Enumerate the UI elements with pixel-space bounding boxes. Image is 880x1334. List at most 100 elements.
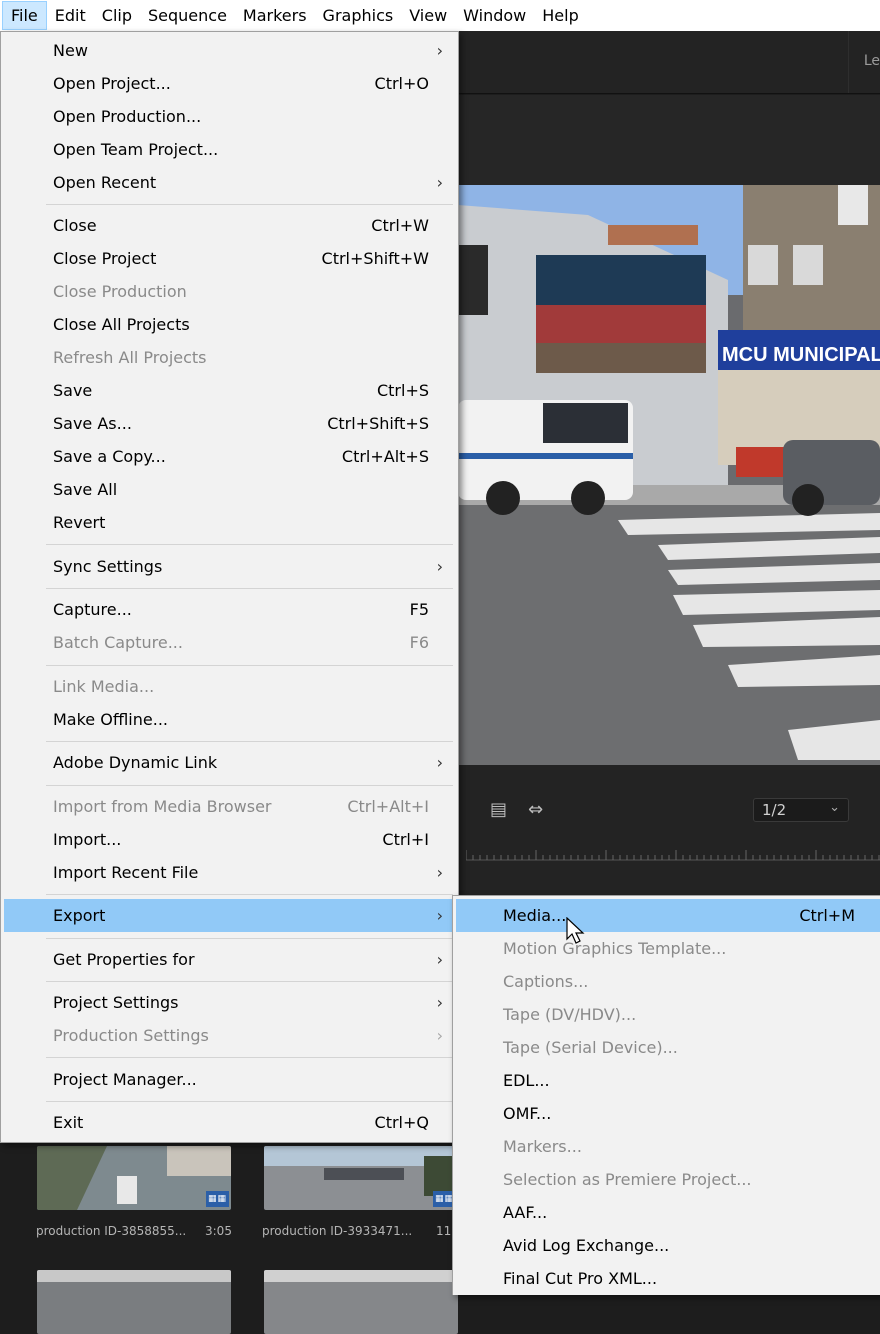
file-menu-item-save[interactable]: Save Ctrl+S <box>4 374 455 407</box>
bin-item-name: production ID-3933471... <box>262 1224 413 1238</box>
submenu-arrow-icon: › <box>436 753 443 772</box>
file-menu: New › Open Project... Ctrl+O Open Production… <box>0 31 459 1143</box>
file-menu-item-save-as[interactable]: Save As... Ctrl+Shift+S <box>4 407 455 440</box>
menu-item-label: New <box>53 41 88 60</box>
menu-separator <box>46 894 453 895</box>
zoom-value: 1/2 <box>762 801 787 819</box>
menu-separator <box>46 981 453 982</box>
export-menu-item-avid-log-exchange[interactable]: Avid Log Exchange... <box>456 1229 880 1262</box>
file-menu-item-open-recent[interactable]: Open Recent › <box>4 166 455 199</box>
file-menu-item-get-properties-for[interactable]: Get Properties for › <box>4 943 455 976</box>
file-menu-item-make-offline[interactable]: Make Offline... <box>4 703 455 736</box>
menu-sequence[interactable]: Sequence <box>140 1 235 30</box>
file-menu-item-revert[interactable]: Revert <box>4 506 455 539</box>
street-scene-image: MCU MUNICIPAL CRE <box>458 185 880 765</box>
file-menu-item-save-a-copy[interactable]: Save a Copy... Ctrl+Alt+S <box>4 440 455 473</box>
export-menu-item-markers: Markers... <box>456 1130 880 1163</box>
menu-item-label: AAF... <box>503 1203 548 1222</box>
file-menu-item-import-from-media-browser: Import from Media Browser Ctrl+Alt+I <box>4 790 455 823</box>
panel-tab-label[interactable]: Le <box>864 53 880 69</box>
file-menu-item-refresh-all-projects: Refresh All Projects <box>4 341 455 374</box>
film-strip-icon[interactable]: ▤ <box>490 799 507 820</box>
export-menu-item-omf[interactable]: OMF... <box>456 1097 880 1130</box>
menu-graphics[interactable]: Graphics <box>315 1 402 30</box>
file-menu-item-export[interactable]: Export › <box>4 899 455 932</box>
file-menu-item-save-all[interactable]: Save All <box>4 473 455 506</box>
menu-edit[interactable]: Edit <box>47 1 94 30</box>
file-menu-item-open-project[interactable]: Open Project... Ctrl+O <box>4 67 455 100</box>
menu-item-label: Get Properties for <box>53 950 195 969</box>
file-menu-item-sync-settings[interactable]: Sync Settings › <box>4 550 455 583</box>
export-menu-item-aaf[interactable]: AAF... <box>456 1196 880 1229</box>
file-menu-item-project-settings[interactable]: Project Settings › <box>4 986 455 1019</box>
menu-item-shortcut: F5 <box>409 600 429 619</box>
menu-item-shortcut: Ctrl+M <box>799 906 855 925</box>
menu-item-label: EDL... <box>503 1071 550 1090</box>
export-menu-item-edl[interactable]: EDL... <box>456 1064 880 1097</box>
menu-file[interactable]: File <box>2 1 47 30</box>
submenu-arrow-icon: › <box>436 993 443 1012</box>
menu-item-label: Capture... <box>53 600 132 619</box>
menu-item-label: Refresh All Projects <box>53 348 207 367</box>
submenu-arrow-icon: › <box>436 906 443 925</box>
menu-item-label: Link Media... <box>53 677 155 696</box>
menu-item-label: Import... <box>53 830 122 849</box>
bin-thumbnail[interactable]: ▦▦ <box>264 1146 458 1210</box>
trim-icon[interactable]: ⇔ <box>528 799 543 820</box>
menu-separator <box>46 588 453 589</box>
program-monitor-frame: MCU MUNICIPAL CRE <box>458 185 880 765</box>
file-menu-item-import[interactable]: Import... Ctrl+I <box>4 823 455 856</box>
file-menu-item-close-production: Close Production <box>4 275 455 308</box>
bin-item-duration: 3:05 <box>205 1224 232 1238</box>
menu-item-label: Save <box>53 381 93 400</box>
menu-item-label: Avid Log Exchange... <box>503 1236 670 1255</box>
bin-thumbnail[interactable]: ▦▦ <box>37 1146 231 1210</box>
project-bin: ▦▦ production ID-3858855... 3:05 ▦▦ prod… <box>0 1140 458 1334</box>
menu-item-label: Close <box>53 216 97 235</box>
file-menu-item-close-all-projects[interactable]: Close All Projects <box>4 308 455 341</box>
menu-item-label: Project Manager... <box>53 1070 197 1089</box>
file-menu-item-production-settings: Production Settings › <box>4 1019 455 1052</box>
menu-item-label: Open Project... <box>53 74 171 93</box>
menu-separator <box>46 1101 453 1102</box>
menu-item-label: Batch Capture... <box>53 633 183 652</box>
menu-item-label: Markers... <box>503 1137 582 1156</box>
menu-item-shortcut: Ctrl+Shift+S <box>327 414 429 433</box>
mouse-cursor-icon <box>566 917 585 944</box>
export-menu-item-final-cut-pro-xml[interactable]: Final Cut Pro XML... <box>456 1262 880 1295</box>
menu-item-shortcut: Ctrl+Alt+S <box>341 447 429 466</box>
menu-item-label: Tape (DV/HDV)... <box>503 1005 637 1024</box>
file-menu-item-adobe-dynamic-link[interactable]: Adobe Dynamic Link › <box>4 746 455 779</box>
menu-help[interactable]: Help <box>534 1 586 30</box>
menu-window[interactable]: Window <box>455 1 534 30</box>
menu-clip[interactable]: Clip <box>94 1 140 30</box>
menu-item-label: Selection as Premiere Project... <box>503 1170 752 1189</box>
menu-item-label: Make Offline... <box>53 710 168 729</box>
file-menu-item-link-media: Link Media... <box>4 670 455 703</box>
zoom-select[interactable]: 1/2 ⌄ <box>753 798 849 822</box>
file-menu-item-project-manager[interactable]: Project Manager... <box>4 1063 455 1096</box>
file-menu-item-open-production[interactable]: Open Production... <box>4 100 455 133</box>
file-menu-item-new[interactable]: New › <box>4 34 455 67</box>
file-menu-item-exit[interactable]: Exit Ctrl+Q <box>4 1106 455 1139</box>
media-type-badge-icon: ▦▦ <box>205 1191 229 1207</box>
timeline-ruler[interactable] <box>466 845 880 861</box>
bin-thumbnail[interactable] <box>264 1270 458 1334</box>
export-menu-item-media[interactable]: Media... Ctrl+M <box>456 899 880 932</box>
monitor-top-area <box>458 95 880 185</box>
file-menu-item-import-recent-file[interactable]: Import Recent File › <box>4 856 455 889</box>
menu-item-label: Final Cut Pro XML... <box>503 1269 658 1288</box>
menu-item-label: Sync Settings <box>53 557 163 576</box>
panel-header: Le <box>458 31 880 94</box>
file-menu-item-capture[interactable]: Capture... F5 <box>4 593 455 626</box>
export-menu-item-selection-as-premiere-project: Selection as Premiere Project... <box>456 1163 880 1196</box>
menu-item-label: Motion Graphics Template... <box>503 939 727 958</box>
menu-view[interactable]: View <box>401 1 455 30</box>
bin-item-name: production ID-3858855... <box>36 1224 187 1238</box>
menu-markers[interactable]: Markers <box>235 1 315 30</box>
bin-thumbnail[interactable] <box>37 1270 231 1334</box>
file-menu-item-open-team-project[interactable]: Open Team Project... <box>4 133 455 166</box>
menu-item-label: Close Project <box>53 249 157 268</box>
file-menu-item-close[interactable]: Close Ctrl+W <box>4 209 455 242</box>
file-menu-item-close-project[interactable]: Close Project Ctrl+Shift+W <box>4 242 455 275</box>
